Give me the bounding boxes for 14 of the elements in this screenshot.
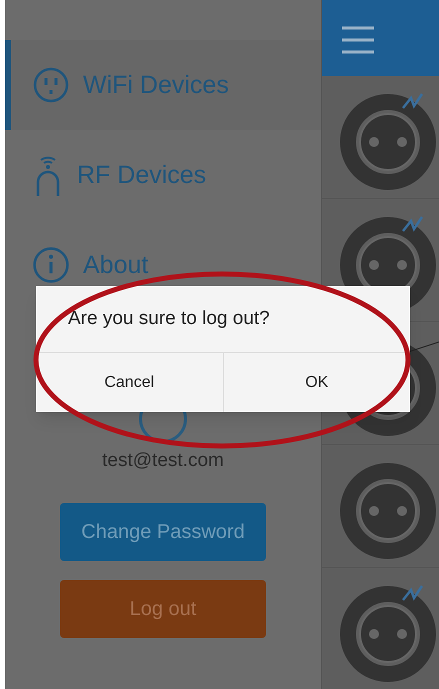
dialog-button[interactable]: Cancel [36,353,222,412]
dialog-button[interactable]: OK [222,353,410,412]
outlet-icon [33,67,69,103]
change-password-button[interactable]: Change Password [60,502,266,560]
menu-icon[interactable] [342,26,374,54]
info-icon [33,247,69,283]
socket-icon [340,463,436,559]
leader-line [408,340,439,354]
drawer-item[interactable]: WiFi Devices [5,40,321,130]
drawer-item[interactable]: RF Devices [5,130,321,220]
logout-button[interactable]: Log out [60,580,266,638]
socket-icon [340,94,436,190]
account-email: test@test.com [102,449,224,473]
socket-icon [340,586,436,682]
